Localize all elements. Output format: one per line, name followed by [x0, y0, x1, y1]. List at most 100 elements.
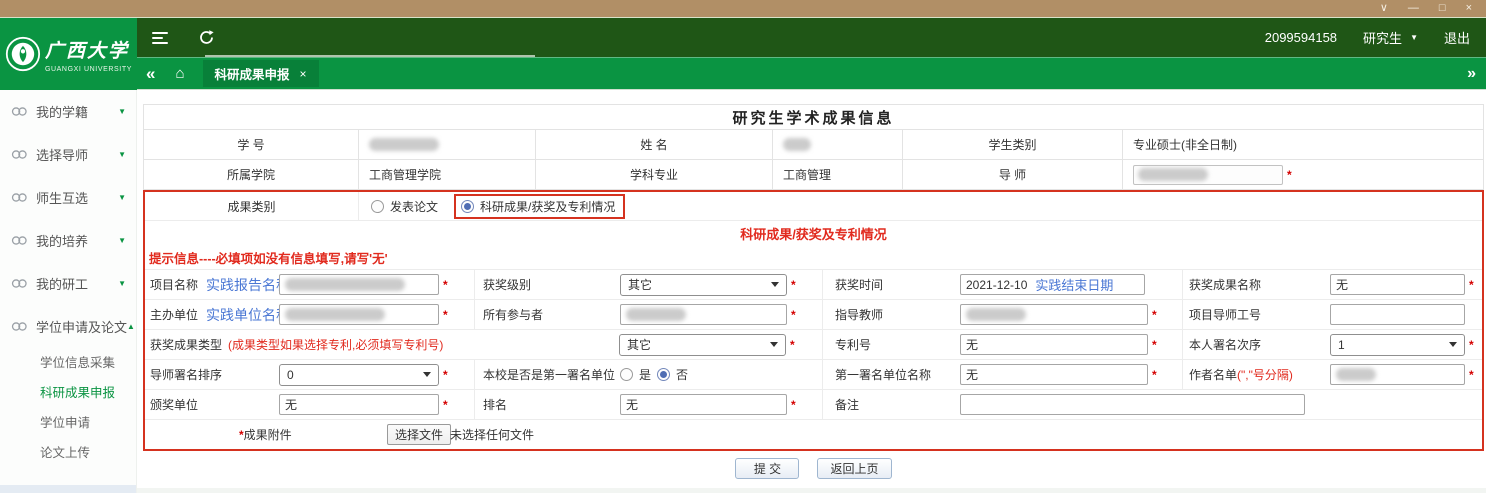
award-date-annotation: 实践结束日期 [1035, 275, 1113, 294]
file-status-text: 未选择任何文件 [450, 426, 534, 443]
input-value: 无 [1336, 276, 1348, 293]
home-icon[interactable]: ⌂ [175, 65, 184, 82]
mentor-rank-label: 导师署名排序 [150, 366, 222, 383]
sidebar-item-mutual-selection[interactable]: 师生互选 ▼ [0, 176, 136, 219]
radio-option-publish-paper[interactable]: 发表论文 [371, 198, 438, 215]
ranking-input[interactable]: 无 [620, 394, 787, 415]
sidebar-item-degree-and-thesis[interactable]: 学位申请及论文 ▲ [0, 305, 136, 348]
host-org-label: 主办单位 [150, 306, 198, 323]
window-maximize-icon[interactable]: □ [1439, 3, 1446, 14]
radio-label: 是 [639, 366, 651, 383]
category-label: 成果类别 [145, 192, 359, 220]
window-restore-icon[interactable]: ∨ [1380, 3, 1388, 14]
project-mentor-id-label: 项目导师工号 [1189, 306, 1261, 323]
refresh-icon[interactable] [198, 29, 215, 46]
submit-button[interactable]: 提 交 [735, 458, 799, 479]
host-org-annotation: 实践单位名称 [206, 305, 290, 325]
participants-input[interactable] [620, 304, 787, 325]
participants-label: 所有参与者 [483, 306, 543, 323]
tab-close-icon[interactable]: × [300, 67, 307, 81]
menu-icon[interactable] [152, 32, 168, 44]
radio-label: 否 [676, 366, 688, 383]
project-name-input[interactable] [279, 274, 439, 295]
tab-bar: « ⌂ 科研成果申报 × » [0, 57, 1486, 90]
award-level-select[interactable]: 其它 [620, 274, 787, 296]
chevron-down-icon: ▼ [118, 236, 126, 245]
award-org-input[interactable]: 无 [279, 394, 439, 415]
category-row: 成果类别 发表论文 科研成果/获奖及专利情况 [145, 192, 1482, 221]
radio-dot [660, 371, 667, 378]
project-name-annotation: 实践报告名称 [206, 275, 290, 295]
award-result-name-input[interactable]: 无 [1330, 274, 1465, 295]
patent-no-label: 专利号 [835, 336, 871, 353]
tab-research-achievement[interactable]: 科研成果申报 × [203, 60, 319, 87]
mentor-input[interactable] [1133, 165, 1283, 185]
table-row: 所属学院 工商管理学院 学科专业 工商管理 导 师 * [144, 160, 1483, 190]
author-list-input[interactable] [1330, 364, 1465, 385]
window-close-icon[interactable]: × [1466, 3, 1472, 14]
user-role-dropdown[interactable]: 研究生 ▼ [1363, 28, 1418, 47]
user-role-label: 研究生 [1363, 28, 1402, 47]
sidebar-item-choose-mentor[interactable]: 选择导师 ▼ [0, 133, 136, 176]
sidebar-subitem-research-achievement[interactable]: 科研成果申报 [0, 378, 136, 408]
sidebar-item-label: 我的研工 [36, 274, 118, 293]
chevron-down-icon: ▼ [118, 107, 126, 116]
sidebar-item-my-training[interactable]: 我的培养 ▼ [0, 219, 136, 262]
form-row: 颁奖单位 无* 排名 无* 备注 [145, 389, 1482, 419]
first-unit-question-label: 本校是否是第一署名单位 [483, 366, 615, 383]
chevron-down-icon: ▼ [118, 150, 126, 159]
publish-paper-radio[interactable] [371, 200, 384, 213]
required-asterisk: * [791, 398, 796, 412]
university-name-en: GUANGXI UNIVERSITY [45, 66, 132, 73]
first-unit-yes-radio[interactable] [620, 368, 633, 381]
required-asterisk: * [791, 308, 796, 322]
link-icon [11, 149, 28, 160]
sidebar-item-my-status[interactable]: 我的学籍 ▼ [0, 90, 136, 133]
award-result-name-label: 获奖成果名称 [1189, 276, 1261, 293]
sidebar: 我的学籍 ▼ 选择导师 ▼ 师生互选 ▼ 我的培养 ▼ 我的研工 ▼ 学位申请及… [0, 90, 137, 493]
remark-input[interactable] [960, 394, 1305, 415]
input-value: 2021-12-10 [966, 278, 1027, 292]
link-icon [11, 278, 28, 289]
collapse-tabs-icon[interactable]: « [146, 64, 155, 84]
required-asterisk: * [443, 368, 448, 382]
patent-no-input[interactable]: 无 [960, 334, 1148, 355]
student-type-label: 学生类别 [903, 130, 1123, 159]
mentor-rank-select[interactable]: 0 [279, 364, 439, 386]
redacted-value [626, 308, 686, 321]
logout-button[interactable]: 退出 [1444, 28, 1470, 47]
university-seal-icon [5, 35, 41, 73]
sidebar-subitem-degree-info[interactable]: 学位信息采集 [0, 348, 136, 378]
advisor-label: 指导教师 [835, 306, 883, 323]
window-minimize-icon[interactable]: — [1408, 3, 1419, 14]
sidebar-subitem-degree-apply[interactable]: 学位申请 [0, 408, 136, 438]
main-content: 研究生学术成果信息 学 号 姓 名 学生类别 专业硕士(非全日制) 所属学院 工… [137, 90, 1486, 493]
self-rank-label: 本人署名次序 [1189, 336, 1261, 353]
sidebar-subitem-thesis-upload[interactable]: 论文上传 [0, 438, 136, 468]
link-icon [11, 106, 28, 117]
major-label: 学科专业 [536, 160, 773, 189]
sidebar-item-my-work[interactable]: 我的研工 ▼ [0, 262, 136, 305]
remark-label: 备注 [835, 396, 859, 413]
award-level-label: 获奖级别 [483, 276, 531, 293]
dropdown-arrow-icon [1449, 342, 1457, 347]
choose-file-button[interactable]: 选择文件 [387, 424, 451, 445]
research-award-patent-radio[interactable] [461, 200, 474, 213]
project-mentor-id-input[interactable] [1330, 304, 1465, 325]
sidebar-item-label: 选择导师 [36, 145, 118, 164]
redacted-value [1138, 168, 1208, 181]
input-value: 无 [285, 396, 297, 413]
advisor-input[interactable] [960, 304, 1148, 325]
award-date-input[interactable]: 2021-12-10 实践结束日期 [960, 274, 1145, 295]
required-asterisk: * [1152, 308, 1157, 322]
first-unit-name-input[interactable]: 无 [960, 364, 1148, 385]
back-button[interactable]: 返回上页 [817, 458, 891, 479]
self-rank-select[interactable]: 1 [1330, 334, 1465, 356]
award-org-label: 颁奖单位 [150, 396, 198, 413]
first-unit-no-radio[interactable] [657, 368, 670, 381]
expand-tabs-icon[interactable]: » [1467, 65, 1476, 83]
host-org-input[interactable] [279, 304, 439, 325]
result-type-warning: (成果类型如果选择专利,必须填写专利号) [228, 336, 443, 353]
redacted-value [966, 308, 1026, 321]
result-type-select[interactable]: 其它 [619, 334, 786, 356]
